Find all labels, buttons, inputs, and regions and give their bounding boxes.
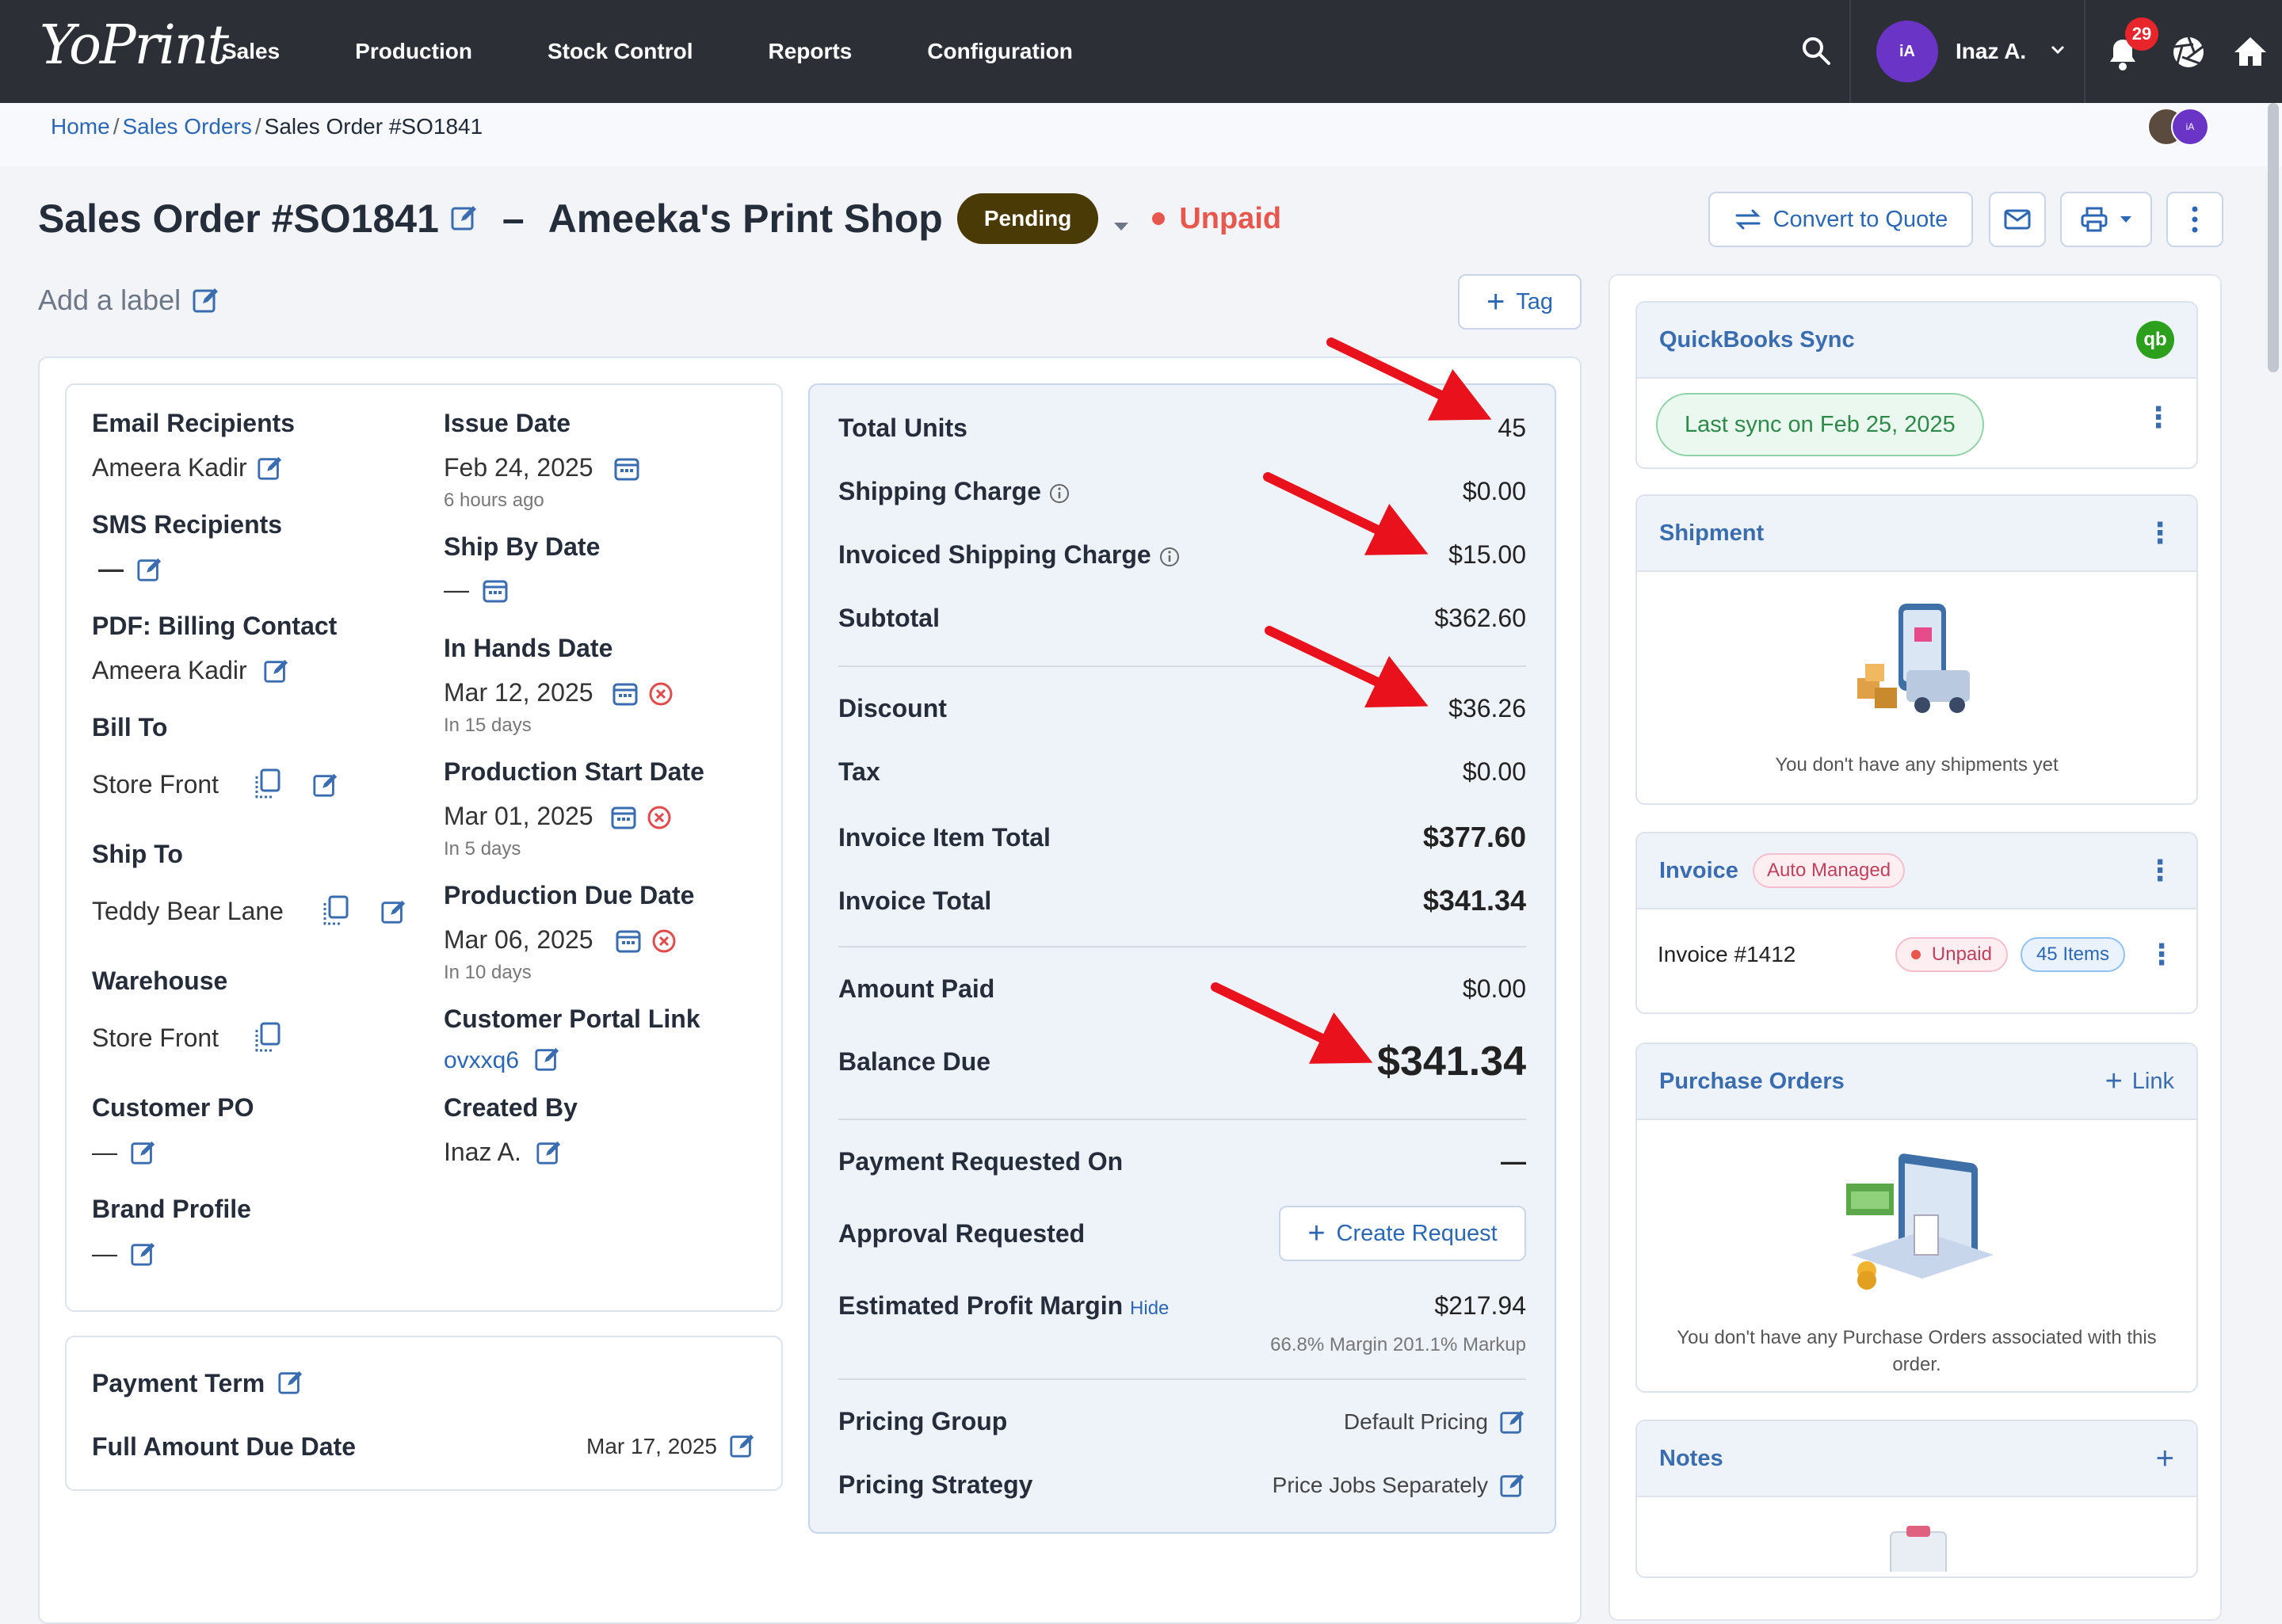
add-note-icon[interactable]: + [2156, 1443, 2174, 1474]
invoice-card: Invoice Auto Managed ⋮ Invoice #1412 Unp… [1635, 832, 2198, 1014]
link-po-button[interactable]: + Link [2105, 1066, 2174, 1096]
shipment-illustration [1857, 604, 1970, 713]
quickbooks-sync-card: QuickBooks Sync qb Last sync on Feb 25, … [1635, 301, 2198, 469]
quickbooks-icon: qb [2136, 321, 2174, 359]
invoice-status-badge: Unpaid [1895, 937, 2008, 972]
invoice-row-more-icon[interactable]: ⋮ [2147, 938, 2176, 971]
purchase-orders-card: Purchase Orders + Link You don't have any… [1635, 1043, 2198, 1393]
unpaid-dot-icon [1910, 950, 1921, 959]
last-sync-badge: Last sync on Feb 25, 2025 [1685, 411, 1956, 437]
invoice-more-icon[interactable]: ⋮ [2146, 854, 2174, 887]
quickbooks-sync-title: QuickBooks Sync [1659, 326, 1855, 353]
plus-icon: + [2105, 1065, 2123, 1098]
arrow-invoiced-shipping [1263, 472, 1429, 555]
purchase-orders-title: Purchase Orders [1659, 1068, 1845, 1094]
invoice-status-text: Unpaid [1931, 944, 1992, 965]
notes-illustration [1890, 1526, 1947, 1572]
qb-more-icon[interactable]: ⋮ [2144, 401, 2173, 434]
invoice-row[interactable]: Invoice #1412 Unpaid 45 Items ⋮ [1658, 909, 2176, 1000]
arrow-balance-due [1211, 982, 1373, 1064]
page-scrollbar[interactable] [2268, 103, 2279, 372]
notes-title: Notes [1659, 1445, 1723, 1471]
shipment-title: Shipment [1659, 520, 1765, 546]
arrow-discount [1265, 626, 1429, 708]
shipment-more-icon[interactable]: ⋮ [2146, 517, 2174, 550]
notes-card: Notes + [1635, 1420, 2198, 1578]
shipment-empty-text: You don't have any shipments yet [1775, 754, 2059, 776]
arrow-total-units [1326, 337, 1492, 421]
invoice-title: Invoice [1659, 857, 1738, 883]
invoice-number[interactable]: Invoice #1412 [1658, 942, 1795, 967]
invoice-items-badge: 45 Items [2020, 937, 2125, 972]
shipment-card: Shipment ⋮ You don't have any shipments y… [1635, 494, 2198, 805]
purchase-orders-empty-text: You don't have any Purchase Orders assoc… [1677, 1327, 2157, 1375]
purchase-orders-illustration [1846, 1153, 1994, 1290]
auto-managed-badge: Auto Managed [1752, 853, 1906, 888]
link-po-label: Link [2131, 1068, 2174, 1094]
